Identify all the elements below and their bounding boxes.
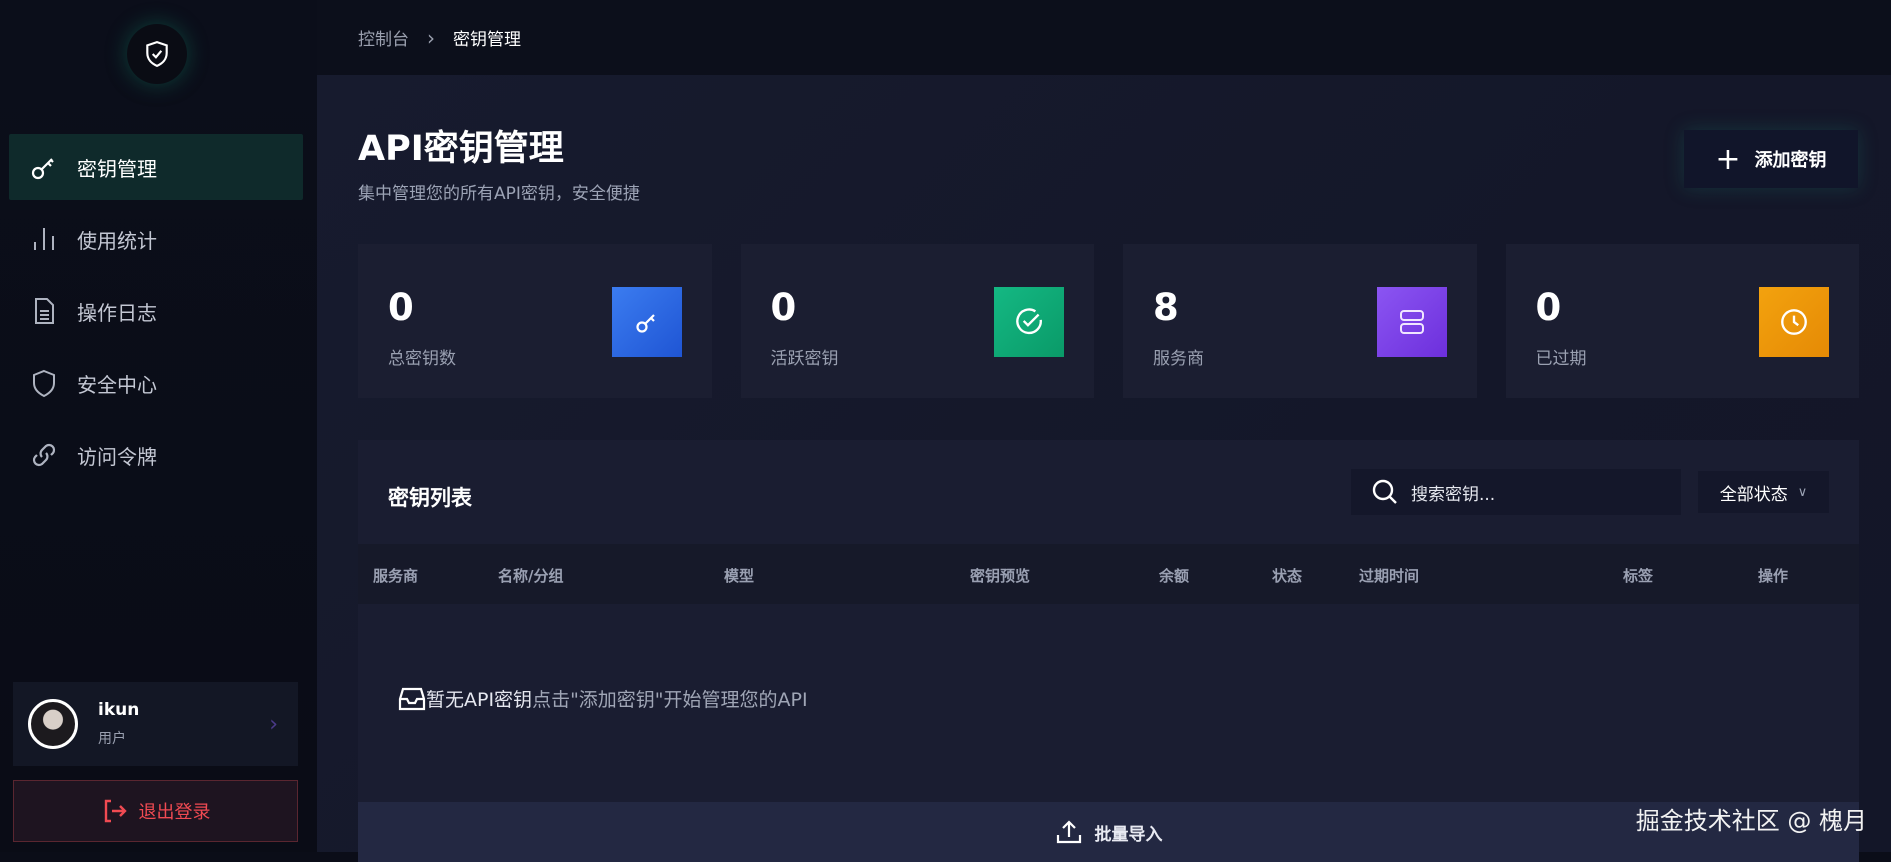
stat-value: 0	[1535, 286, 1562, 329]
key-icon	[611, 287, 682, 357]
stat-value: 8	[1153, 286, 1179, 329]
main-content: API密钥管理 集中管理您的所有API密钥，安全便捷 + 添加密钥 0 总密钥数 …	[317, 75, 1891, 862]
plus-icon: +	[1715, 141, 1741, 177]
upload-icon	[1056, 820, 1081, 844]
sidebar: 密钥管理 使用统计 操作日志 安全中心 访问令牌 ikun 用户 › 退出登录	[0, 0, 317, 852]
breadcrumb: 控制台 › 密钥管理	[317, 0, 1891, 75]
page-subtitle: 集中管理您的所有API密钥，安全便捷	[358, 184, 640, 204]
column-header: 密钥预览	[970, 567, 1031, 585]
shield-check-icon	[146, 41, 168, 68]
empty-state: 暂无API密钥 点击"添加密钥"开始管理您的API	[398, 685, 808, 712]
column-header: 模型	[724, 567, 755, 585]
column-header: 状态	[1272, 567, 1303, 585]
stat-value: 0	[388, 286, 414, 329]
logout-label: 退出登录	[138, 802, 211, 823]
stat-value: 0	[770, 286, 797, 329]
breadcrumb-current: 密钥管理	[453, 30, 521, 50]
check-circle-icon	[994, 287, 1064, 357]
watermark: 掘金技术社区 @ 槐月	[1635, 807, 1867, 835]
stat-card-active: 0 活跃密钥	[740, 244, 1094, 398]
bar-chart-icon	[34, 228, 54, 250]
user-role: 用户	[98, 731, 126, 747]
column-header: 名称/分组	[498, 567, 564, 585]
link-icon	[32, 443, 56, 467]
inbox-icon	[398, 687, 426, 710]
logout-button[interactable]: 退出登录	[13, 780, 298, 842]
stat-card-total: 0 总密钥数	[358, 244, 712, 398]
sidebar-item-label: 使用统计	[77, 228, 157, 253]
breadcrumb-root[interactable]: 控制台	[358, 25, 409, 50]
keys-list-panel: 密钥列表 搜索密钥... 全部状态 ∨ 服务商 名称/分组 模型 密钥预览 余额 …	[358, 440, 1859, 860]
bulk-import-button[interactable]: 批量导入	[358, 802, 1859, 862]
sidebar-item-label: 操作日志	[77, 300, 157, 325]
document-icon	[35, 298, 54, 324]
sidebar-item-label: 安全中心	[77, 372, 157, 397]
stat-label: 活跃密钥	[770, 349, 839, 369]
sidebar-item-security[interactable]: 安全中心	[9, 350, 303, 416]
logout-icon	[104, 799, 127, 823]
column-header: 操作	[1758, 567, 1789, 585]
stats-row: 0 总密钥数 0 活跃密钥 8 服务商 0 已过期	[358, 244, 1859, 398]
sidebar-nav: 密钥管理 使用统计 操作日志 安全中心 访问令牌	[9, 134, 303, 494]
clock-icon	[1759, 287, 1829, 357]
table-header: 服务商 名称/分组 模型 密钥预览 余额 状态 过期时间 标签 操作	[358, 544, 1859, 604]
search-input[interactable]: 搜索密钥...	[1351, 469, 1681, 515]
stat-label: 服务商	[1153, 349, 1204, 369]
sidebar-item-label: 密钥管理	[77, 156, 157, 181]
column-header: 服务商	[373, 567, 419, 585]
shield-icon	[33, 369, 55, 398]
add-key-label: 添加密钥	[1754, 150, 1827, 171]
stat-card-providers: 8 服务商	[1123, 244, 1477, 398]
chevron-right-icon: ›	[427, 25, 435, 50]
column-header: 过期时间	[1359, 567, 1420, 585]
logo	[127, 24, 187, 84]
stat-card-expired: 0 已过期	[1505, 244, 1859, 398]
key-icon	[31, 158, 54, 180]
filter-value: 全部状态	[1719, 484, 1788, 505]
avatar	[28, 699, 78, 749]
stat-label: 已过期	[1535, 349, 1587, 369]
status-filter-dropdown[interactable]: 全部状态 ∨	[1698, 471, 1829, 513]
user-name: ikun	[98, 700, 140, 720]
sidebar-item-keys[interactable]: 密钥管理	[9, 134, 303, 200]
empty-title: 暂无API密钥	[426, 689, 533, 711]
sidebar-item-stats[interactable]: 使用统计	[9, 206, 303, 272]
empty-text: 点击"添加密钥"开始管理您的API	[532, 689, 808, 711]
server-icon	[1376, 287, 1447, 357]
chevron-right-icon: ›	[269, 712, 278, 737]
chevron-down-icon: ∨	[1797, 484, 1808, 500]
column-header: 标签	[1623, 567, 1654, 585]
user-card[interactable]: ikun 用户 ›	[13, 682, 298, 766]
bulk-import-label: 批量导入	[1094, 824, 1163, 845]
stat-label: 总密钥数	[388, 349, 456, 369]
search-placeholder: 搜索密钥...	[1411, 484, 1496, 505]
list-title: 密钥列表	[388, 486, 472, 510]
page-title: API密钥管理	[358, 129, 564, 169]
sidebar-item-label: 访问令牌	[77, 444, 157, 469]
search-icon	[1372, 479, 1397, 504]
add-key-button[interactable]: + 添加密钥	[1684, 130, 1858, 188]
column-header: 余额	[1159, 567, 1190, 585]
sidebar-item-tokens[interactable]: 访问令牌	[9, 422, 303, 488]
sidebar-item-logs[interactable]: 操作日志	[9, 278, 303, 344]
